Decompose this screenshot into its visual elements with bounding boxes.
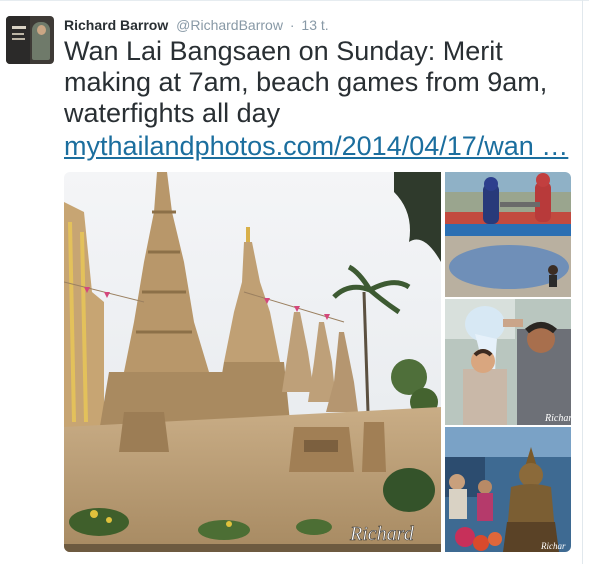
tweet-timestamp[interactable]: 13 t. xyxy=(301,17,328,33)
author-name[interactable]: Richard Barrow xyxy=(64,17,168,33)
media-grid: Richard Richa Richar xyxy=(64,172,571,552)
tweet-link[interactable]: mythailandphotos.com/2014/04/17/wan … xyxy=(64,131,568,161)
right-divider xyxy=(582,0,583,564)
header-separator: · xyxy=(289,17,295,33)
media-photo-beach-games[interactable] xyxy=(445,172,571,297)
watermark-text: Richard xyxy=(349,523,415,545)
top-divider xyxy=(0,0,589,1)
watermark-text: Richard xyxy=(544,413,571,424)
tweet-header: Richard Barrow @RichardBarrow · 13 t. xyxy=(64,16,329,34)
media-photo-water-fight[interactable]: Richard xyxy=(445,299,571,425)
tweet-link-row: mythailandphotos.com/2014/04/17/wan … xyxy=(64,129,574,163)
media-photo-sand-pagodas[interactable]: Richard xyxy=(64,172,441,552)
tweet-text: Wan Lai Bangsaen on Sunday: Merit making… xyxy=(64,36,548,128)
media-photo-buddha-bathing[interactable]: Richar xyxy=(445,427,571,552)
watermark-text: Richar xyxy=(540,541,566,551)
avatar[interactable] xyxy=(6,16,54,64)
author-handle[interactable]: @RichardBarrow xyxy=(176,17,283,33)
